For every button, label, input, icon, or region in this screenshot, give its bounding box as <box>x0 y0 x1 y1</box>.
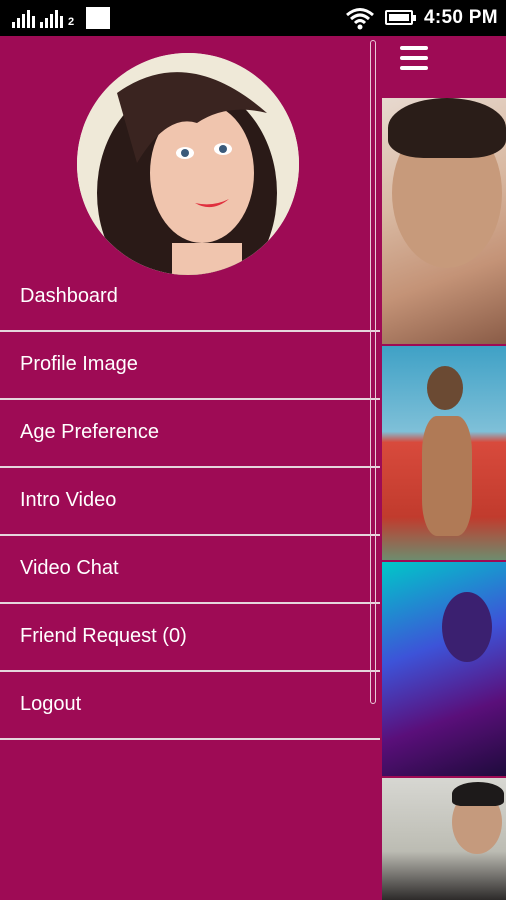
user-photo[interactable] <box>382 562 506 776</box>
wifi-icon <box>346 8 374 30</box>
user-photo[interactable] <box>382 778 506 900</box>
menu-item-label: Profile Image <box>20 353 138 375</box>
menu-item-logout[interactable]: Logout <box>0 672 380 740</box>
signal-icon <box>40 10 63 28</box>
menu-item-label: Age Preference <box>20 421 159 443</box>
clock: 4:50 PM <box>424 7 498 28</box>
notification-icon <box>86 7 110 29</box>
menu-item-friend-request[interactable]: Friend Request (0) <box>0 604 380 672</box>
menu-item-label: Logout <box>20 693 82 715</box>
sim-label: 2 <box>68 16 75 28</box>
menu-item-video-chat[interactable]: Video Chat <box>0 536 380 604</box>
navigation-drawer: Dashboard Profile Image Age Preference I… <box>0 36 380 900</box>
battery-icon <box>385 10 416 25</box>
status-bar: 2 4:50 PM <box>0 0 506 36</box>
menu-item-intro-video[interactable]: Intro Video <box>0 468 380 536</box>
menu-item-label: Friend Request (0) <box>20 625 187 647</box>
menu-item-age-preference[interactable]: Age Preference <box>0 400 380 468</box>
menu-item-dashboard[interactable]: Dashboard <box>0 267 380 332</box>
signal-icon <box>12 10 35 28</box>
drawer-menu: Dashboard Profile Image Age Preference I… <box>0 267 380 740</box>
user-photo[interactable] <box>382 346 506 560</box>
main-content <box>380 36 506 900</box>
menu-item-label: Intro Video <box>20 489 117 511</box>
menu-item-label: Dashboard <box>20 285 118 307</box>
menu-item-profile-image[interactable]: Profile Image <box>0 332 380 400</box>
avatar-image <box>77 53 299 275</box>
hamburger-icon[interactable] <box>400 46 428 74</box>
menu-item-label: Video Chat <box>20 557 119 579</box>
user-photo[interactable] <box>382 98 506 344</box>
avatar[interactable] <box>77 53 299 275</box>
drawer-scrollbar[interactable] <box>370 40 376 704</box>
